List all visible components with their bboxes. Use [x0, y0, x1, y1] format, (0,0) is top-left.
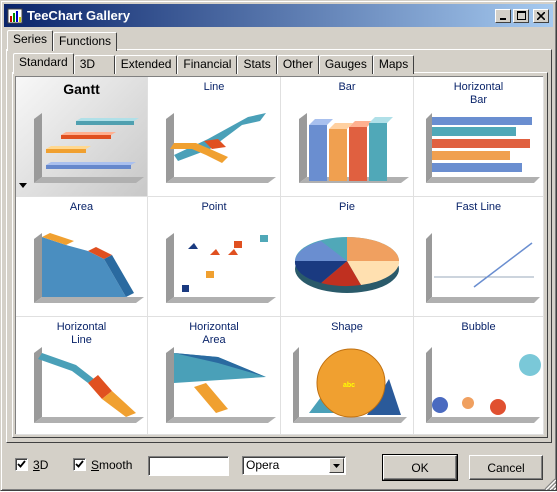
point-chart-thumbnail	[166, 233, 276, 303]
checkbox-3d-label: 3D	[33, 458, 49, 472]
gallery-item-gantt[interactable]: Gantt	[16, 77, 148, 197]
line-chart-thumbnail	[166, 113, 276, 183]
bar-chart-thumbnail	[299, 113, 409, 183]
pie-chart-thumbnail	[294, 237, 400, 293]
tab-functions[interactable]: Functions	[53, 32, 118, 51]
gallery-item-line[interactable]: Line	[148, 77, 281, 197]
gallery-item-bar[interactable]: Bar	[281, 77, 414, 197]
maximize-button[interactable]	[513, 8, 529, 23]
shape-text: abc	[343, 382, 355, 389]
minimize-button[interactable]	[495, 8, 511, 23]
options-bar: 3D Smooth Opera OK Cancel	[1, 447, 557, 492]
title-bar[interactable]: TeeChart Gallery	[4, 4, 553, 27]
gallery-item-area[interactable]: Area	[16, 197, 148, 317]
minimize-icon	[500, 17, 506, 20]
maximize-icon	[516, 11, 526, 20]
gallery-item-shape[interactable]: Shape abc	[281, 317, 414, 435]
gallery-item-horizontal-area[interactable]: Horizontal Area	[148, 317, 281, 435]
gallery-item-point[interactable]: Point	[148, 197, 281, 317]
resize-grip-icon[interactable]	[544, 478, 556, 490]
tab-stats[interactable]: Stats	[237, 55, 277, 74]
close-icon	[537, 11, 545, 20]
shape-chart-thumbnail: abc	[293, 347, 407, 423]
text-input-field[interactable]	[148, 456, 229, 476]
chart-gallery-grid: Gantt Line Bar Horizontal Bar Area Point…	[15, 76, 544, 435]
teechart-app-icon	[7, 8, 23, 23]
gallery-item-pie[interactable]: Pie	[281, 197, 414, 317]
theme-select[interactable]: Opera	[242, 456, 346, 475]
checkbox-smooth-label: Smooth	[91, 458, 133, 472]
ok-button[interactable]: OK	[382, 454, 458, 481]
gallery-item-horizontal-bar[interactable]: Horizontal Bar	[414, 77, 544, 197]
dropdown-arrow-button[interactable]	[329, 458, 344, 473]
tab-financial[interactable]: Financial	[177, 55, 238, 74]
inner-tab-strip: Standard 3D Extended Financial Stats Oth…	[13, 53, 415, 74]
fast-line-chart-thumbnail	[426, 233, 540, 303]
tab-extended[interactable]: Extended	[114, 55, 178, 74]
area-chart-thumbnail	[34, 233, 144, 303]
tab-3d[interactable]: 3D	[73, 55, 115, 74]
outer-tab-strip: Series Functions	[7, 30, 118, 51]
horizontal-bar-chart-thumbnail	[426, 113, 540, 183]
tab-other[interactable]: Other	[276, 55, 319, 74]
bubble-chart-thumbnail	[426, 347, 541, 423]
tab-standard[interactable]: Standard	[13, 53, 74, 74]
cancel-button[interactable]: Cancel	[469, 455, 543, 480]
gallery-item-horizontal-line[interactable]: Horizontal Line	[16, 317, 148, 435]
checkmark-icon	[17, 460, 26, 468]
window-title: TeeChart Gallery	[27, 8, 131, 23]
horizontal-area-chart-thumbnail	[166, 347, 276, 423]
checkbox-smooth[interactable]	[73, 458, 86, 471]
horizontal-line-chart-thumbnail	[34, 347, 144, 423]
checkmark-icon	[75, 460, 84, 468]
gallery-item-bubble[interactable]: Bubble	[414, 317, 544, 435]
close-button[interactable]	[533, 8, 549, 23]
gallery-item-fast-line[interactable]: Fast Line	[414, 197, 544, 317]
teechart-gallery-dialog: TeeChart Gallery Series Functions Standa…	[0, 0, 557, 491]
chevron-down-icon	[333, 463, 340, 468]
checkbox-3d[interactable]	[15, 458, 28, 471]
tab-maps[interactable]: Maps	[372, 55, 415, 74]
tab-gauges[interactable]: Gauges	[318, 55, 373, 74]
gantt-chart-thumbnail	[19, 113, 144, 188]
tab-series[interactable]: Series	[7, 30, 54, 51]
theme-select-value: Opera	[246, 458, 280, 472]
